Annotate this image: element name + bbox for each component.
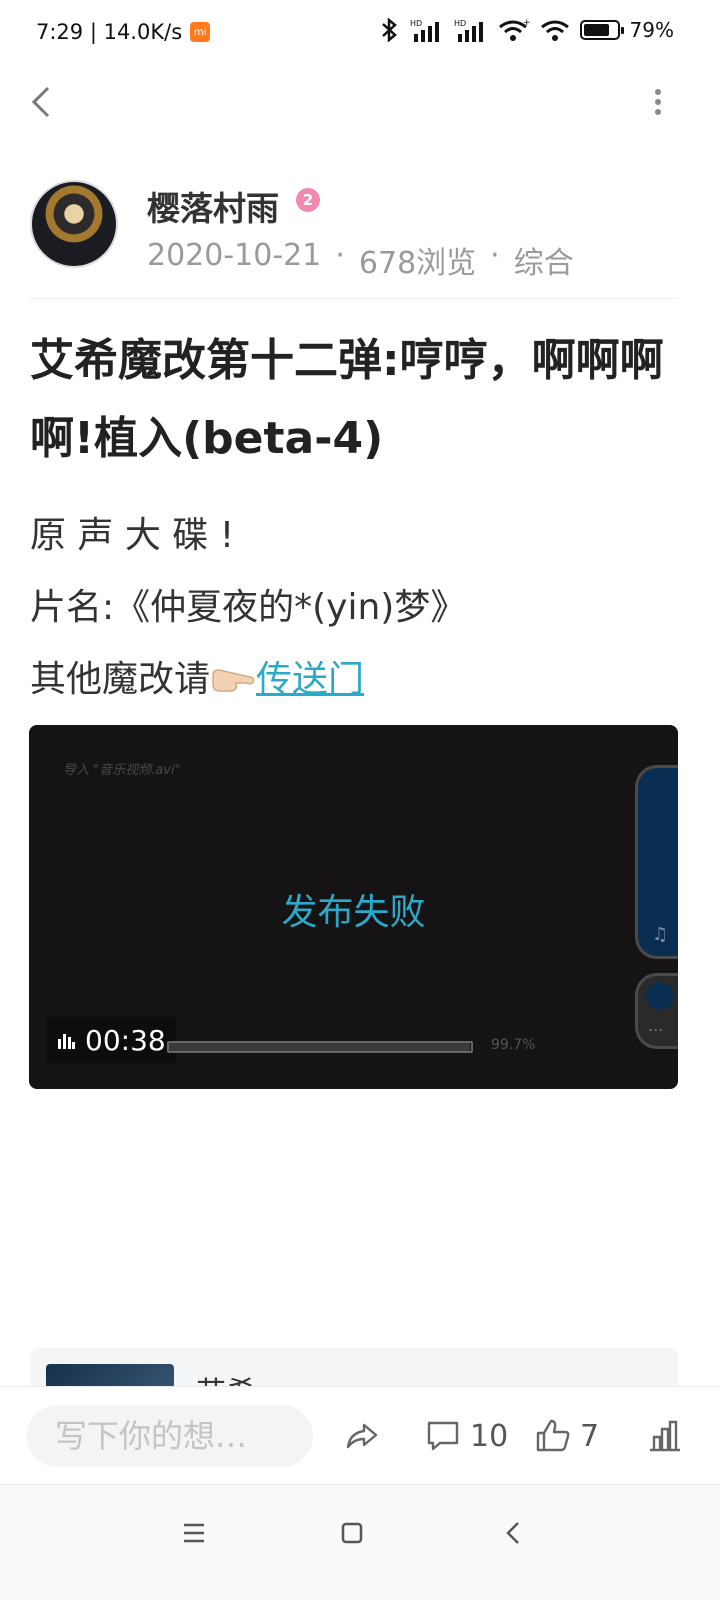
video-status: 发布失败 — [281, 892, 426, 933]
battery-fill — [583, 24, 609, 36]
wifi-plus-icon: + — [498, 18, 530, 41]
post-line-1: 原 声 大 碟 ! — [30, 515, 235, 556]
wifi-icon — [540, 20, 569, 41]
home-icon[interactable] — [332, 1513, 372, 1553]
thumbs-up-icon — [536, 1419, 570, 1452]
share-icon — [346, 1423, 378, 1449]
battery-icon — [579, 20, 624, 40]
more-vertical-icon[interactable] — [640, 82, 676, 122]
meta-separator-2: · — [490, 238, 500, 273]
share-button[interactable] — [342, 1405, 380, 1467]
signal-hd-icon: HD — [410, 19, 439, 42]
status-right: HD HD + 79% — [378, 18, 674, 42]
svg-text:HD: HD — [410, 19, 422, 28]
bar-chart-icon — [650, 1420, 680, 1452]
level-badge: 2 — [296, 188, 320, 212]
system-nav-bar — [0, 1484, 720, 1600]
floating-panel-bottom[interactable]: ... — [635, 973, 678, 1049]
post-line-3: 其他魔改请 传送门 — [30, 650, 364, 702]
avatar[interactable] — [30, 180, 118, 268]
portal-link[interactable]: 传送门 — [256, 659, 364, 700]
video-duration: 00:38 — [85, 1023, 166, 1057]
post-line-3-prefix: 其他魔改请 — [30, 659, 211, 700]
video-duration-badge: 00:38 — [47, 1017, 176, 1063]
stats-button[interactable] — [646, 1405, 684, 1467]
music-note-icon[interactable]: ♫ — [652, 924, 668, 945]
author-name[interactable]: 樱落村雨 — [147, 182, 279, 230]
view-count: 678浏览 — [358, 246, 477, 281]
video-progress-percent: 99.7% — [491, 1037, 536, 1053]
post-line-2: 片名:《仲夏夜的*(yin)梦》 — [30, 587, 467, 628]
status-time-speed: 7:29 | 14.0K/s — [36, 20, 183, 44]
svg-text:HD: HD — [454, 19, 466, 28]
signal-hd-icon-2: HD — [454, 19, 483, 42]
nav-back-icon[interactable] — [494, 1513, 534, 1553]
mi-app-icon: mi — [190, 22, 211, 42]
status-bar: 7:29 | 14.0K/s mi HD HD + 79% — [0, 0, 720, 70]
pointing-hand-icon — [212, 669, 255, 692]
action-bar: 写下你的想… 10 7 — [0, 1386, 720, 1484]
comment-count: 10 — [470, 1418, 509, 1454]
video-player[interactable]: 导入 "音乐视频.avi" 发布失败 00:38 99.7% ♫ ... — [29, 725, 678, 1089]
video-progress-bar — [167, 1041, 473, 1053]
comment-icon — [427, 1421, 459, 1451]
video-import-text: 导入 "音乐视频.avi" — [63, 763, 181, 778]
like-count: 7 — [580, 1418, 600, 1454]
meta-separator: · — [335, 238, 345, 273]
back-icon[interactable] — [24, 82, 64, 122]
bell-icon[interactable] — [646, 982, 674, 1010]
comment-button[interactable]: 10 — [424, 1405, 508, 1467]
like-button[interactable]: 7 — [534, 1405, 599, 1467]
post-date: 2020-10-21 — [147, 238, 322, 273]
post-title: 艾希魔改第十二弹:哼哼，啊啊啊啊!植入(beta-4) — [30, 335, 664, 464]
status-left: 7:29 | 14.0K/s mi — [36, 20, 211, 44]
video-progress-fill — [169, 1043, 471, 1051]
post-category[interactable]: 综合 — [514, 238, 574, 282]
audio-bars-icon — [58, 1034, 75, 1049]
battery-text: 79% — [629, 18, 674, 42]
side-more-label[interactable]: ... — [648, 1016, 663, 1035]
svg-text:+: + — [523, 18, 530, 28]
bluetooth-icon — [381, 18, 397, 42]
menu-icon[interactable] — [174, 1513, 214, 1553]
divider — [30, 298, 678, 299]
floating-panel-top[interactable]: ♫ — [635, 765, 678, 959]
comment-input[interactable]: 写下你的想… — [27, 1405, 313, 1467]
post-meta: 2020-10-21 · 678浏览 · 综合 — [147, 238, 574, 282]
